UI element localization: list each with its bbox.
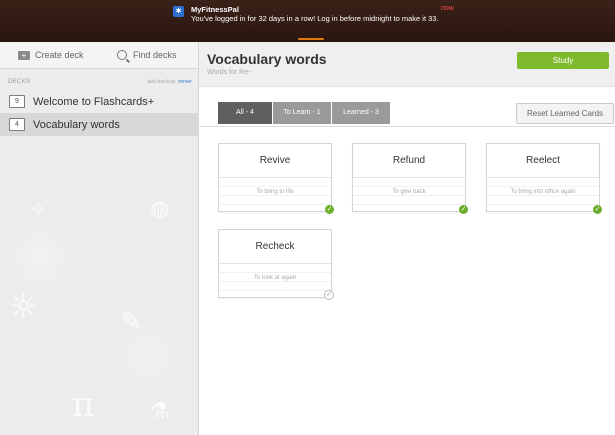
deck-card-count: 4 <box>9 118 25 131</box>
create-deck-button[interactable]: + Create deck <box>18 48 84 62</box>
pi-doodle-icon: π <box>72 385 95 425</box>
star-doodle-icon: ✧ <box>30 197 47 221</box>
unlearned-check-icon[interactable]: ✓ <box>324 290 334 300</box>
main-panel: Vocabulary words Words for Re- Study All… <box>199 42 615 435</box>
tab-to-learn[interactable]: To Learn - 1 <box>273 102 331 124</box>
lightbulb-doodle-icon: ☼ <box>8 287 39 327</box>
pencil-doodle-icon: ✎ <box>120 307 142 337</box>
find-decks-label: Find decks <box>133 50 177 60</box>
learned-check-icon[interactable]: ✓ <box>325 205 334 214</box>
add-deck-icon: + <box>18 50 30 60</box>
card-front-text: Reelect <box>487 144 599 178</box>
notification-drag-handle[interactable] <box>298 38 324 40</box>
card-back-text: To look at again <box>219 264 331 297</box>
reset-learned-cards-button[interactable]: Reset Learned Cards <box>516 103 614 124</box>
sidebar-background-doodles: ☼ π ✎ ◍ ✧ ⚗ <box>0 137 198 435</box>
notification-banner[interactable]: ✱ MyFitnessPal now You've logged in for … <box>0 0 615 42</box>
deck-card-count: 9 <box>9 95 25 108</box>
search-icon <box>117 50 127 60</box>
flashcard[interactable]: Reelect To bring into office again ✓ <box>486 143 602 214</box>
decks-section-label: DECKS <box>8 79 31 85</box>
notification-time: now <box>441 5 454 12</box>
card-back-text: To give back <box>353 178 465 211</box>
sidebar-toolbar: + Create deck Find decks <box>0 42 198 69</box>
globe-doodle-icon: ◍ <box>150 197 170 222</box>
deck-title: Vocabulary words <box>207 51 327 67</box>
backup-prefix: last backup: <box>147 79 177 85</box>
backup-value-link[interactable]: never <box>178 79 192 85</box>
card-front-text: Recheck <box>219 230 331 264</box>
deck-description: Words for Re- <box>207 69 251 76</box>
card-filter-bar: All - 4 To Learn - 1 Learned - 3 Reset L… <box>199 100 615 127</box>
notification-message: You've logged in for 32 days in a row! L… <box>191 14 439 23</box>
card-back-text: To bring to life <box>219 178 331 211</box>
flask-doodle-icon: ⚗ <box>150 399 170 424</box>
sidebar: + Create deck Find decks DECKS last back… <box>0 42 199 435</box>
deck-name: Vocabulary words <box>33 118 120 131</box>
card-front-text: Revive <box>219 144 331 178</box>
learned-check-icon[interactable]: ✓ <box>459 205 468 214</box>
flashcard[interactable]: Revive To bring to life ✓ <box>218 143 334 214</box>
flashcard[interactable]: Recheck To look at again ✓ <box>218 229 334 300</box>
card-back-text: To bring into office again <box>487 178 599 211</box>
tab-all[interactable]: All - 4 <box>218 102 272 124</box>
study-button[interactable]: Study <box>517 52 609 69</box>
deck-name: Welcome to Flashcards+ <box>33 95 155 108</box>
create-deck-label: Create deck <box>35 50 84 60</box>
deck-item-vocabulary[interactable]: 4 Vocabulary words <box>0 113 198 136</box>
learned-check-icon[interactable]: ✓ <box>593 205 602 214</box>
deck-item-welcome[interactable]: 9 Welcome to Flashcards+ <box>0 90 198 113</box>
myfitnesspal-app-icon: ✱ <box>173 6 184 17</box>
tab-learned[interactable]: Learned - 3 <box>332 102 390 124</box>
last-backup-status: last backup: never <box>147 79 192 85</box>
flashcard[interactable]: Refund To give back ✓ <box>352 143 468 214</box>
notification-app-name: MyFitnessPal <box>191 5 239 14</box>
card-front-text: Refund <box>353 144 465 178</box>
find-decks-button[interactable]: Find decks <box>117 48 177 62</box>
deck-header: Vocabulary words Words for Re- Study <box>199 42 615 87</box>
